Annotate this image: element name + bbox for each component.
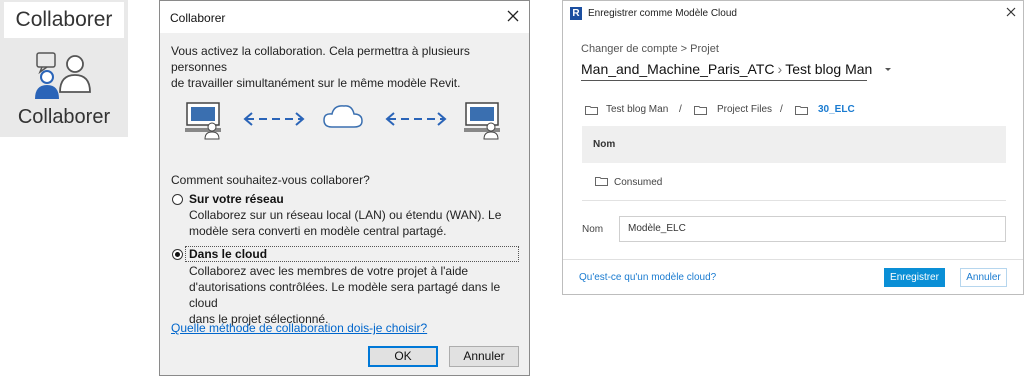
description-line: modèle sera converti en modèle central p…	[189, 224, 447, 238]
computer-user-icon	[185, 102, 221, 140]
intro-line: de travailler simultanément sur le même …	[171, 76, 461, 90]
ok-button[interactable]: OK	[368, 346, 438, 367]
breadcrumb-separator: /	[780, 104, 783, 115]
footer-divider	[563, 259, 1023, 260]
intro-text: Vous activez la collaboration. Cela perm…	[171, 43, 523, 91]
close-icon[interactable]	[1005, 6, 1017, 18]
intro-line: Vous activez la collaboration. Cela perm…	[171, 44, 470, 74]
list-item[interactable]: Consumed	[595, 176, 662, 190]
account-name: Man_and_Machine_Paris_ATC	[581, 61, 775, 77]
breadcrumb-item-current[interactable]: 30_ELC	[818, 104, 855, 115]
option-network-description: Collaborez sur un réseau local (LAN) ou …	[189, 207, 529, 239]
column-header-name[interactable]: Nom	[593, 139, 615, 150]
revit-app-icon: R	[570, 7, 582, 20]
collaboration-question: Comment souhaitez-vous collaborer?	[171, 173, 370, 187]
divider	[582, 200, 1006, 201]
collaborer-button-label[interactable]: Collaborer	[0, 106, 128, 129]
description-line: Collaborez sur un réseau local (LAN) ou …	[189, 208, 502, 222]
cancel-button[interactable]: Annuler	[449, 346, 519, 367]
close-icon[interactable]	[505, 7, 521, 25]
project-name: Test blog Man	[785, 61, 873, 77]
option-cloud-description: Collaborez avec les membres de votre pro…	[189, 263, 529, 327]
change-account-link[interactable]: Changer de compte > Projet	[581, 43, 719, 55]
dialog-title: Enregistrer comme Modèle Cloud	[588, 8, 737, 19]
ribbon-panel: Collaborer Collaborer	[0, 0, 128, 137]
folder-name: Consumed	[614, 177, 663, 188]
radio-cloud[interactable]	[172, 249, 183, 260]
description-line: Collaborez avec les membres de votre pro…	[189, 264, 469, 278]
folder-icon	[795, 106, 808, 115]
save-cloud-model-dialog: R Enregistrer comme Modèle Cloud Changer…	[562, 0, 1024, 295]
save-button[interactable]: Enregistrer	[884, 268, 945, 287]
collaborate-users-icon[interactable]	[30, 50, 94, 102]
account-project-selector[interactable]: Man_and_Machine_Paris_ATC › Test blog Man	[581, 61, 892, 77]
folder-icon	[595, 177, 608, 186]
folder-icon	[694, 106, 707, 115]
cloud-model-help-link[interactable]: Qu'est-ce qu'un modèle cloud?	[579, 272, 716, 283]
cancel-button[interactable]: Annuler	[960, 268, 1007, 287]
description-line: d'autorisations contrôlées. Le modèle se…	[189, 280, 501, 310]
cloud-icon	[323, 105, 363, 128]
breadcrumb-item[interactable]: Project Files	[717, 104, 772, 115]
double-arrow-icon	[243, 112, 305, 126]
dialog-title: Collaborer	[170, 11, 226, 25]
option-cloud-label[interactable]: Dans le cloud	[189, 247, 267, 261]
breadcrumb-item[interactable]: Test blog Man	[606, 104, 668, 115]
option-network-label[interactable]: Sur votre réseau	[189, 192, 284, 206]
collaborer-dialog: Collaborer Vous activez la collaboration…	[159, 0, 530, 376]
radio-network[interactable]	[172, 194, 183, 205]
collaboration-illustration	[185, 102, 500, 140]
collaboration-help-link[interactable]: Quelle méthode de collaboration dois-je …	[171, 321, 427, 335]
folder-icon	[585, 106, 598, 115]
table-header: Nom	[582, 126, 1006, 163]
chevron-down-icon[interactable]	[884, 67, 892, 73]
dialog-titlebar: Collaborer	[160, 1, 529, 33]
breadcrumb-separator: /	[679, 104, 682, 115]
separator-chevron: ›	[777, 61, 783, 77]
ribbon-tab-collaborer[interactable]: Collaborer	[4, 2, 124, 38]
name-field-label: Nom	[582, 224, 604, 235]
computer-user-icon	[464, 102, 500, 140]
model-name-input[interactable]: Modèle_ELC	[619, 216, 1006, 242]
selector-underline	[581, 80, 867, 81]
double-arrow-icon	[385, 112, 447, 126]
